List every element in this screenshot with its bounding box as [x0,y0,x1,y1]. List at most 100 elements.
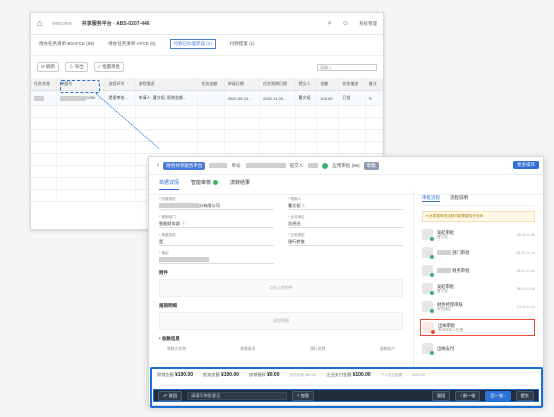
flow-node-current[interactable]: 出纳审批 等待审批人处理 [420,319,535,336]
user-icon[interactable]: ☺ [342,20,349,27]
flow-node[interactable]: 财务经理审核 审批通过 10-09 11:12 [422,301,535,313]
summary-label: 核销借款 [249,372,266,377]
check-icon [430,255,434,259]
flow-node[interactable]: 财务审批 08-10 11:42 [422,265,535,277]
unit-select[interactable]: 总经办 [288,220,403,228]
field-doctype: * 单据类型 是 [159,233,274,246]
flow-node[interactable]: 部门审批 08-10 10:14 [422,247,535,259]
tab-smart-audit[interactable]: 智能审核 [191,179,219,190]
opinion-input[interactable]: 请填写审批意见 [187,391,288,400]
add-sign-button[interactable]: + 加签 [292,390,315,401]
col-header: 银行名称 [310,347,326,351]
user-label[interactable]: 系统管理 [359,21,377,27]
bottom-panel: 报销金额 ¥100.00 批准金额 ¥100.00 核销借款 ¥0.00 支付比… [149,367,543,405]
node-name: 发起审批 [437,229,455,235]
section-title: • 收款信息 [159,336,180,341]
flow-node[interactable]: 出纳支付 [422,343,535,355]
col-header: 申请日期 [224,78,261,91]
submitter-label: 提交人: [289,162,305,168]
tab-doc-detail[interactable]: 单据详情 [159,179,180,190]
batch-approve-button[interactable]: ✓ 批量审批 [93,62,125,72]
table-cell: 申请人: 曹文韬, 报销金额... [135,90,199,106]
next-button[interactable]: 后一张 › [485,390,511,401]
summary-label: 报销金额 [157,372,174,377]
tab-flow-desc[interactable]: 流程说明 [450,195,468,202]
search-input[interactable]: 请输入 [317,63,377,71]
node-name: 出纳审批 [438,322,456,328]
flow-node[interactable]: 发起审批 曹文韬 08-09 11:38 [422,229,535,241]
info-icon[interactable]: ⓘ [181,221,185,226]
tab-smart-audit-label: 智能审核 [191,180,212,186]
col-header: 任务金额 [197,78,225,91]
table-cell: ✎ [365,90,383,106]
add-sign-label: 加签 [300,392,310,398]
reject-button[interactable]: 驳回 [431,390,451,401]
table-cell: 100.00 [316,90,340,106]
dept-select[interactable]: 智能财务部 ⓘ [159,220,274,228]
home-icon[interactable]: ⌂ [37,19,46,28]
tab-paid-end[interactable]: 付款结束 (1) [230,41,255,49]
summary-value: ¥0.00 [266,372,280,378]
refresh-button[interactable]: ⟳ 刷新 [37,62,60,72]
reject-select[interactable]: ⤺ 驳回 [158,390,183,401]
redacted-block [209,163,228,168]
list-toolbar: ⟳ 刷新 ⇩ 导出 ✓ 批量审批 请输入 [31,56,383,78]
draft-badge: 草稿 [363,161,379,170]
table-cell: 2020-09-10... [224,90,261,106]
edit-icon[interactable]: ✎ [369,96,372,101]
submit-button[interactable]: 提交 [515,390,534,401]
side-tabs: 审批流程 流程说明 [422,195,535,206]
node-sub: 等待审批人处理 [438,327,464,332]
doc-number-highlight [60,80,100,93]
reject-label: 驳回 [436,392,446,398]
redacted-block [308,163,319,168]
col-header: 流程环节 [104,78,136,91]
tab-pending-afce[interactable]: 待办任务清单-AFCE (0) [108,41,155,49]
node-sub: 审批通过 [437,306,452,311]
reason-input[interactable] [159,256,274,264]
status-dot-icon [322,162,329,169]
more-actions-button[interactable]: 更多操作 [513,161,539,169]
tab-paid-done[interactable]: 付款已办理完成 (2) [169,39,216,49]
redacted-block [437,268,451,274]
doc-label: 单号: [231,162,242,168]
check-icon [430,291,434,295]
table-cell: 曹文韬 [295,90,318,106]
search-icon[interactable]: ⌕ [328,20,332,28]
avatar [422,229,434,241]
export-button[interactable]: ⇩ 导出 [65,62,88,72]
org-select[interactable]: 分有限公司 [159,202,274,210]
redacted-block [34,95,44,101]
node-time: 08-09 11:38 [516,232,535,237]
prev-label: 前一张 [462,392,476,398]
app-logo: welcome [52,20,72,27]
attachment-upload[interactable]: 点击上传附件 [159,279,403,297]
applicant-select[interactable]: 曹文韬 ⓘ [288,202,403,210]
add-detail-button[interactable]: 添加明细 [159,312,403,330]
doctype-select[interactable]: 是 [159,238,274,246]
export-label: 导出 [74,64,84,69]
field-biztype: * 业务类型 银行转账 [288,233,403,246]
node-name: 财务审批 [452,267,470,273]
summary-value: ¥100.00 [352,372,371,378]
tab-flow-result[interactable]: 流转结果 [230,179,250,190]
pending-icon [431,330,435,334]
flow-node[interactable]: 发起审批 曹文韬 08-09 11:38 [422,283,535,295]
detail-header: ‹ 财务共享服务平台 单号: 提交人: 应用审批 (99) 草稿 更多操作 [149,157,543,175]
avatar [422,343,434,355]
biztype-select[interactable]: 银行转账 [288,238,403,246]
tab-pending[interactable]: 待办任务清单-B0AFCE (99) [39,41,94,49]
tab-approval-flow[interactable]: 审批流程 [422,195,440,202]
table-cell [197,90,225,106]
avatar [422,247,434,259]
table-row [31,117,383,130]
field-value: 智能财务部 [159,221,180,226]
table-row [31,105,383,118]
info-icon[interactable]: ⓘ [302,203,306,208]
top-bar: ⌂ welcome 共享服务平台 · ABS-0207-446 ⌕ ☺ 系统管理 [31,13,383,35]
field-dept: * 报销部门 智能财务部 ⓘ [159,215,274,228]
prev-button[interactable]: ‹ 前一张 [455,390,481,401]
back-chevron-icon[interactable]: ‹ [157,162,159,169]
node-name: 财务经理审核 [437,301,463,307]
redacted-block [159,203,199,209]
